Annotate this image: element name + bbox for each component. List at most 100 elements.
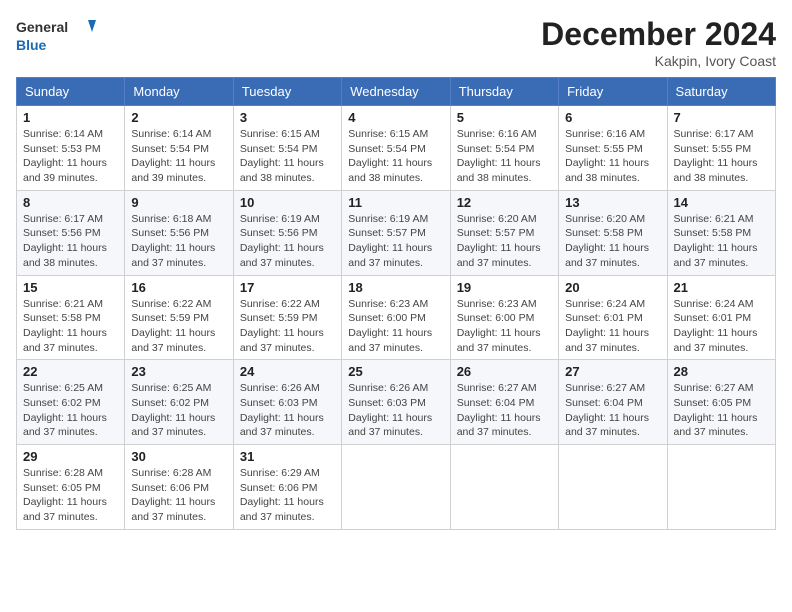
- day-info: Sunrise: 6:28 AM Sunset: 6:06 PM Dayligh…: [131, 466, 226, 525]
- calendar-cell: 25 Sunrise: 6:26 AM Sunset: 6:03 PM Dayl…: [342, 360, 450, 445]
- day-info: Sunrise: 6:17 AM Sunset: 5:55 PM Dayligh…: [674, 127, 769, 186]
- calendar-cell: 23 Sunrise: 6:25 AM Sunset: 6:02 PM Dayl…: [125, 360, 233, 445]
- calendar-cell: 12 Sunrise: 6:20 AM Sunset: 5:57 PM Dayl…: [450, 190, 558, 275]
- calendar-cell: 8 Sunrise: 6:17 AM Sunset: 5:56 PM Dayli…: [17, 190, 125, 275]
- calendar-cell: [450, 445, 558, 530]
- day-info: Sunrise: 6:23 AM Sunset: 6:00 PM Dayligh…: [457, 297, 552, 356]
- weekday-header-wednesday: Wednesday: [342, 78, 450, 106]
- day-info: Sunrise: 6:25 AM Sunset: 6:02 PM Dayligh…: [131, 381, 226, 440]
- day-number: 31: [240, 449, 335, 464]
- day-info: Sunrise: 6:21 AM Sunset: 5:58 PM Dayligh…: [23, 297, 118, 356]
- day-number: 17: [240, 280, 335, 295]
- day-number: 3: [240, 110, 335, 125]
- month-title: December 2024: [541, 16, 776, 53]
- calendar-cell: 24 Sunrise: 6:26 AM Sunset: 6:03 PM Dayl…: [233, 360, 341, 445]
- calendar-cell: 21 Sunrise: 6:24 AM Sunset: 6:01 PM Dayl…: [667, 275, 775, 360]
- svg-text:General: General: [16, 19, 68, 35]
- day-number: 1: [23, 110, 118, 125]
- calendar-cell: 29 Sunrise: 6:28 AM Sunset: 6:05 PM Dayl…: [17, 445, 125, 530]
- day-number: 15: [23, 280, 118, 295]
- day-info: Sunrise: 6:24 AM Sunset: 6:01 PM Dayligh…: [565, 297, 660, 356]
- logo: General Blue: [16, 16, 96, 58]
- page-header: General Blue December 2024 Kakpin, Ivory…: [16, 16, 776, 69]
- weekday-header-tuesday: Tuesday: [233, 78, 341, 106]
- day-number: 12: [457, 195, 552, 210]
- day-info: Sunrise: 6:15 AM Sunset: 5:54 PM Dayligh…: [348, 127, 443, 186]
- calendar-cell: 26 Sunrise: 6:27 AM Sunset: 6:04 PM Dayl…: [450, 360, 558, 445]
- calendar-table: SundayMondayTuesdayWednesdayThursdayFrid…: [16, 77, 776, 530]
- day-info: Sunrise: 6:24 AM Sunset: 6:01 PM Dayligh…: [674, 297, 769, 356]
- day-number: 10: [240, 195, 335, 210]
- day-info: Sunrise: 6:26 AM Sunset: 6:03 PM Dayligh…: [348, 381, 443, 440]
- day-info: Sunrise: 6:19 AM Sunset: 5:57 PM Dayligh…: [348, 212, 443, 271]
- day-number: 20: [565, 280, 660, 295]
- day-info: Sunrise: 6:21 AM Sunset: 5:58 PM Dayligh…: [674, 212, 769, 271]
- day-number: 6: [565, 110, 660, 125]
- day-info: Sunrise: 6:14 AM Sunset: 5:54 PM Dayligh…: [131, 127, 226, 186]
- calendar-cell: [667, 445, 775, 530]
- day-number: 9: [131, 195, 226, 210]
- day-number: 14: [674, 195, 769, 210]
- day-info: Sunrise: 6:20 AM Sunset: 5:57 PM Dayligh…: [457, 212, 552, 271]
- day-number: 2: [131, 110, 226, 125]
- day-number: 21: [674, 280, 769, 295]
- week-row-1: 1 Sunrise: 6:14 AM Sunset: 5:53 PM Dayli…: [17, 106, 776, 191]
- calendar-cell: [559, 445, 667, 530]
- calendar-cell: 17 Sunrise: 6:22 AM Sunset: 5:59 PM Dayl…: [233, 275, 341, 360]
- day-info: Sunrise: 6:22 AM Sunset: 5:59 PM Dayligh…: [240, 297, 335, 356]
- day-number: 13: [565, 195, 660, 210]
- day-info: Sunrise: 6:20 AM Sunset: 5:58 PM Dayligh…: [565, 212, 660, 271]
- day-number: 26: [457, 364, 552, 379]
- weekday-header-friday: Friday: [559, 78, 667, 106]
- weekday-header-thursday: Thursday: [450, 78, 558, 106]
- week-row-4: 22 Sunrise: 6:25 AM Sunset: 6:02 PM Dayl…: [17, 360, 776, 445]
- day-number: 19: [457, 280, 552, 295]
- day-info: Sunrise: 6:19 AM Sunset: 5:56 PM Dayligh…: [240, 212, 335, 271]
- calendar-cell: 18 Sunrise: 6:23 AM Sunset: 6:00 PM Dayl…: [342, 275, 450, 360]
- week-row-2: 8 Sunrise: 6:17 AM Sunset: 5:56 PM Dayli…: [17, 190, 776, 275]
- day-info: Sunrise: 6:27 AM Sunset: 6:05 PM Dayligh…: [674, 381, 769, 440]
- day-number: 29: [23, 449, 118, 464]
- day-number: 24: [240, 364, 335, 379]
- weekday-header-row: SundayMondayTuesdayWednesdayThursdayFrid…: [17, 78, 776, 106]
- day-info: Sunrise: 6:16 AM Sunset: 5:55 PM Dayligh…: [565, 127, 660, 186]
- day-number: 18: [348, 280, 443, 295]
- day-info: Sunrise: 6:17 AM Sunset: 5:56 PM Dayligh…: [23, 212, 118, 271]
- title-area: December 2024 Kakpin, Ivory Coast: [541, 16, 776, 69]
- day-number: 22: [23, 364, 118, 379]
- day-number: 27: [565, 364, 660, 379]
- calendar-cell: 22 Sunrise: 6:25 AM Sunset: 6:02 PM Dayl…: [17, 360, 125, 445]
- weekday-header-saturday: Saturday: [667, 78, 775, 106]
- logo-svg: General Blue: [16, 16, 96, 58]
- day-number: 16: [131, 280, 226, 295]
- calendar-cell: 7 Sunrise: 6:17 AM Sunset: 5:55 PM Dayli…: [667, 106, 775, 191]
- day-number: 30: [131, 449, 226, 464]
- calendar-cell: 30 Sunrise: 6:28 AM Sunset: 6:06 PM Dayl…: [125, 445, 233, 530]
- weekday-header-monday: Monday: [125, 78, 233, 106]
- calendar-cell: 20 Sunrise: 6:24 AM Sunset: 6:01 PM Dayl…: [559, 275, 667, 360]
- calendar-cell: 14 Sunrise: 6:21 AM Sunset: 5:58 PM Dayl…: [667, 190, 775, 275]
- day-info: Sunrise: 6:28 AM Sunset: 6:05 PM Dayligh…: [23, 466, 118, 525]
- day-number: 23: [131, 364, 226, 379]
- location: Kakpin, Ivory Coast: [541, 53, 776, 69]
- calendar-cell: 11 Sunrise: 6:19 AM Sunset: 5:57 PM Dayl…: [342, 190, 450, 275]
- week-row-3: 15 Sunrise: 6:21 AM Sunset: 5:58 PM Dayl…: [17, 275, 776, 360]
- day-info: Sunrise: 6:18 AM Sunset: 5:56 PM Dayligh…: [131, 212, 226, 271]
- calendar-cell: 9 Sunrise: 6:18 AM Sunset: 5:56 PM Dayli…: [125, 190, 233, 275]
- day-info: Sunrise: 6:16 AM Sunset: 5:54 PM Dayligh…: [457, 127, 552, 186]
- day-number: 8: [23, 195, 118, 210]
- day-info: Sunrise: 6:25 AM Sunset: 6:02 PM Dayligh…: [23, 381, 118, 440]
- calendar-cell: 15 Sunrise: 6:21 AM Sunset: 5:58 PM Dayl…: [17, 275, 125, 360]
- day-info: Sunrise: 6:15 AM Sunset: 5:54 PM Dayligh…: [240, 127, 335, 186]
- calendar-cell: 13 Sunrise: 6:20 AM Sunset: 5:58 PM Dayl…: [559, 190, 667, 275]
- calendar-cell: 27 Sunrise: 6:27 AM Sunset: 6:04 PM Dayl…: [559, 360, 667, 445]
- calendar-cell: 31 Sunrise: 6:29 AM Sunset: 6:06 PM Dayl…: [233, 445, 341, 530]
- calendar-cell: 19 Sunrise: 6:23 AM Sunset: 6:00 PM Dayl…: [450, 275, 558, 360]
- day-info: Sunrise: 6:22 AM Sunset: 5:59 PM Dayligh…: [131, 297, 226, 356]
- calendar-cell: 16 Sunrise: 6:22 AM Sunset: 5:59 PM Dayl…: [125, 275, 233, 360]
- day-number: 4: [348, 110, 443, 125]
- day-info: Sunrise: 6:27 AM Sunset: 6:04 PM Dayligh…: [565, 381, 660, 440]
- day-info: Sunrise: 6:26 AM Sunset: 6:03 PM Dayligh…: [240, 381, 335, 440]
- calendar-cell: 28 Sunrise: 6:27 AM Sunset: 6:05 PM Dayl…: [667, 360, 775, 445]
- day-number: 28: [674, 364, 769, 379]
